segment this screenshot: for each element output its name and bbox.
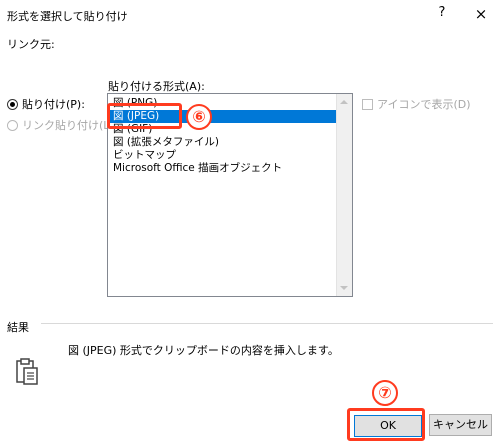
format-item-emf[interactable]: 図 (拡張メタファイル) [108, 136, 337, 149]
step-6-badge: ⑥ [186, 104, 212, 130]
scroll-down-icon[interactable] [340, 286, 348, 290]
paste-radio-option[interactable]: 貼り付け(P): [7, 96, 85, 112]
paste-radio[interactable] [7, 98, 18, 110]
paste-link-radio-label: リンク貼り付け(L): [22, 119, 118, 132]
scroll-up-icon[interactable] [340, 100, 348, 104]
dialog-title: 形式を選択して貼り付け [7, 10, 128, 23]
clipboard-icon [16, 358, 38, 385]
result-description: 図 (JPEG) 形式でクリップボードの内容を挿入します。 [68, 344, 339, 357]
format-item-office-drawing[interactable]: Microsoft Office 描画オブジェクト [108, 162, 337, 175]
paste-link-radio[interactable] [7, 119, 18, 131]
display-as-icon-label: アイコンで表示(D) [377, 98, 471, 111]
close-button[interactable]: × [470, 4, 492, 24]
display-as-icon-checkbox[interactable] [362, 98, 373, 110]
format-item-bitmap[interactable]: ビットマップ [108, 149, 337, 162]
cancel-button[interactable]: キャンセル [429, 414, 492, 436]
result-label: 結果 [7, 321, 29, 334]
help-button[interactable]: ? [434, 5, 450, 23]
source-label: リンク元: [7, 38, 55, 51]
format-list-label: 貼り付ける形式(A): [108, 80, 205, 93]
title-bar: 形式を選択して貼り付け ? × [0, 0, 500, 30]
paste-radio-label: 貼り付け(P): [22, 98, 85, 111]
result-divider [41, 323, 493, 324]
vertical-scrollbar[interactable] [336, 94, 352, 296]
display-as-icon-option[interactable]: アイコンで表示(D) [362, 96, 471, 112]
ok-highlight-box [347, 408, 425, 441]
step-7-badge: ⑦ [372, 380, 398, 406]
paste-link-radio-option[interactable]: リンク貼り付け(L): [7, 117, 117, 133]
jpeg-highlight-box [107, 103, 182, 129]
